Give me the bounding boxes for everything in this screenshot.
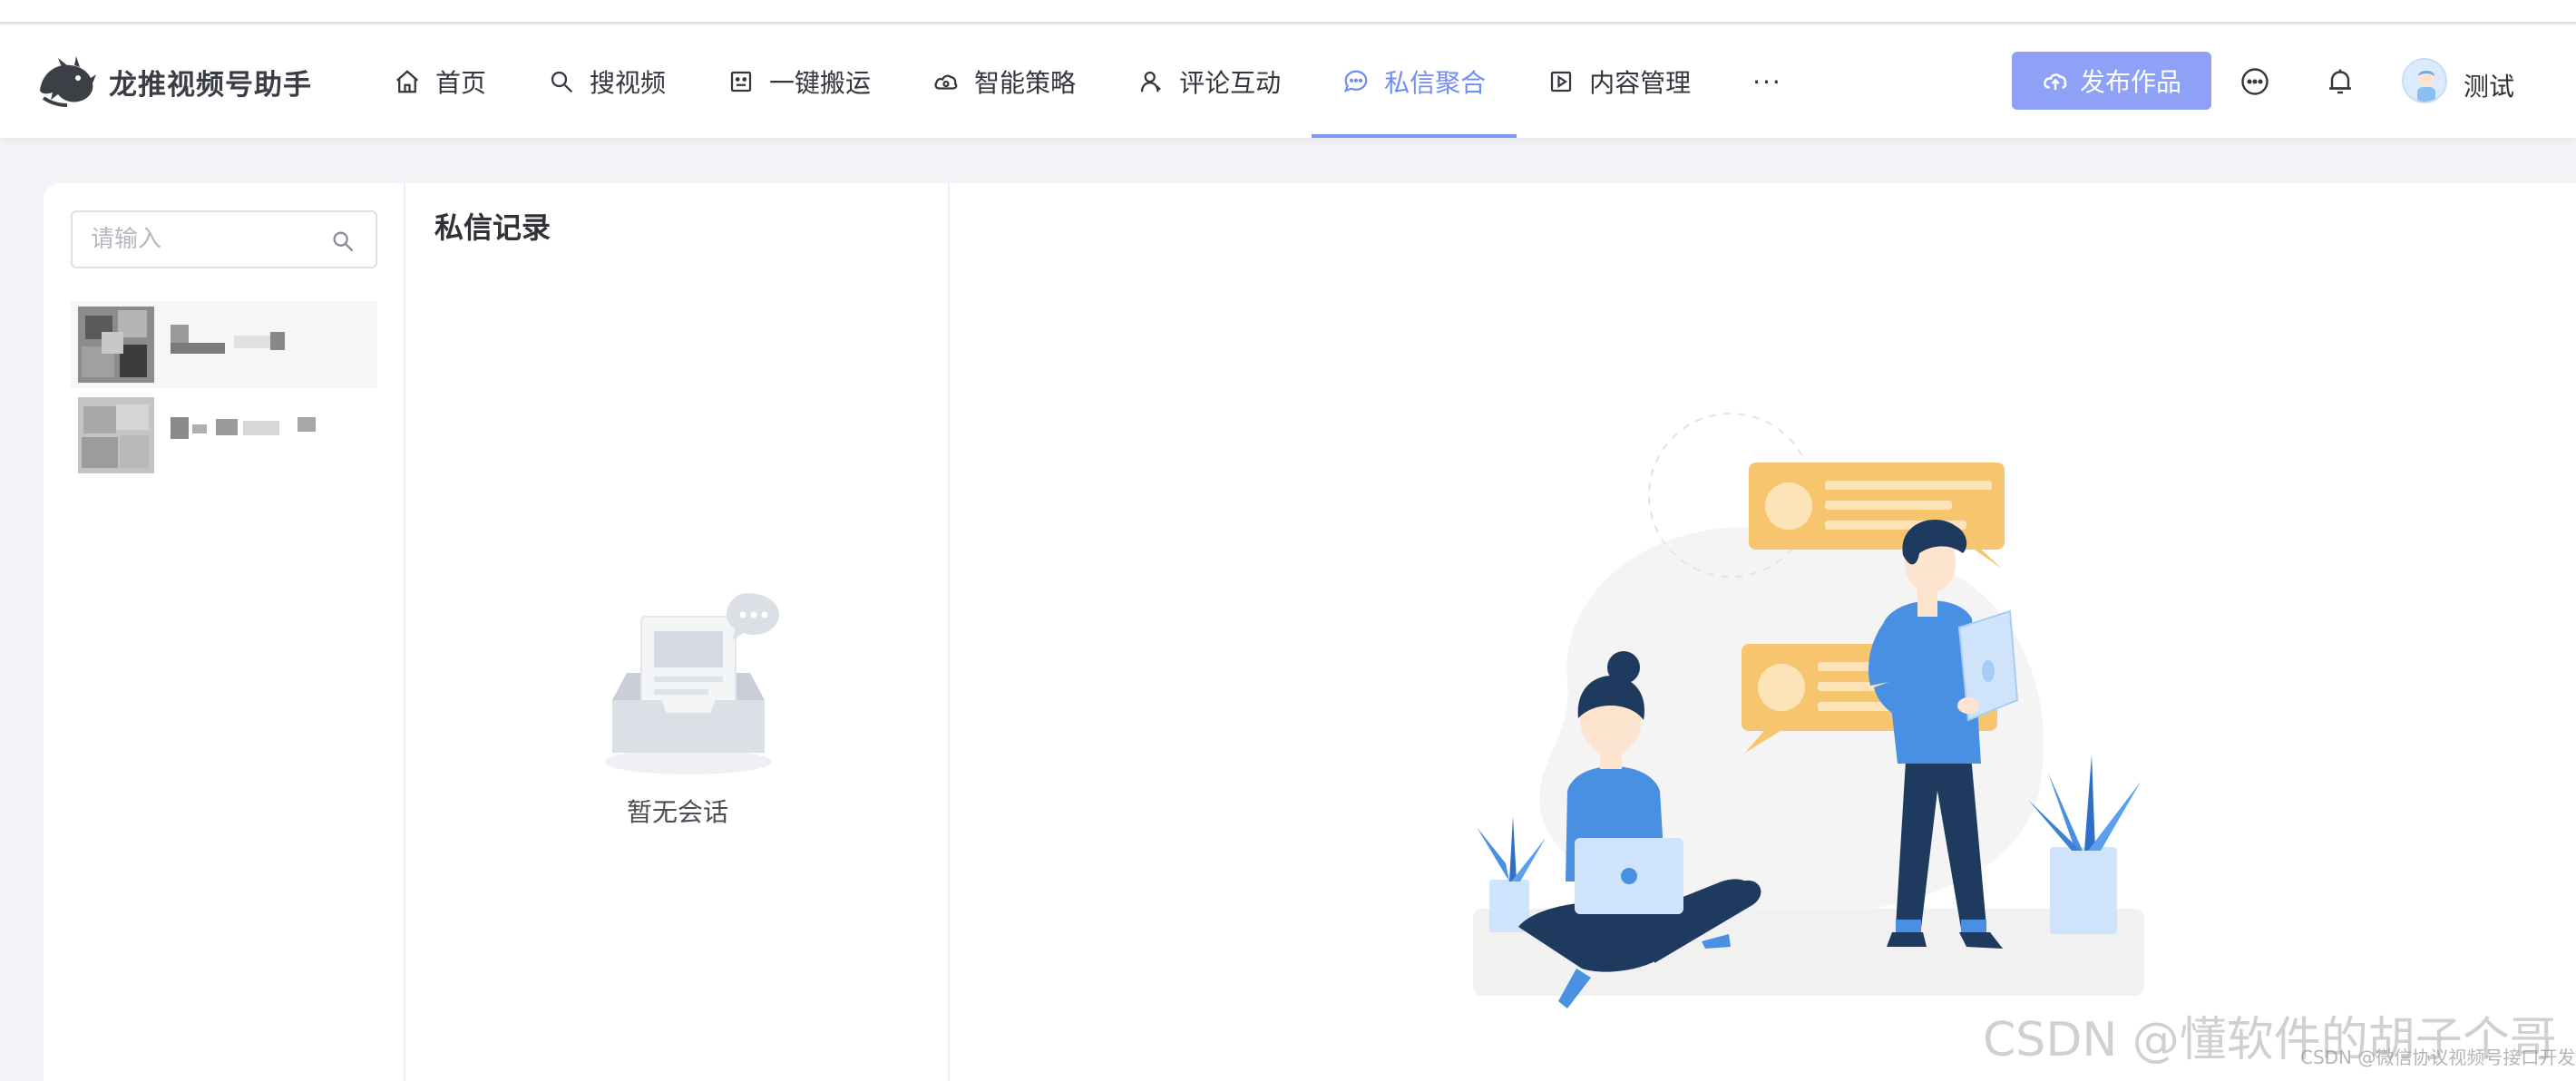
nav-item-smart-strategy[interactable]: 智能策略 (902, 25, 1107, 138)
nav-item-private-message[interactable]: 私信聚合 (1312, 25, 1517, 138)
message-icon[interactable] (2239, 65, 2271, 98)
nav-item-home[interactable]: 首页 (363, 25, 517, 138)
contact-search-box[interactable] (71, 210, 377, 268)
nav-label-home: 首页 (435, 68, 487, 98)
chat-detail-column (951, 183, 2576, 1081)
watermark-subtext: CSDN @微信协议视频号接口开发 (2300, 1047, 2576, 1068)
nav-more-button[interactable]: ··· (1722, 25, 1813, 138)
contact-list-column (44, 183, 405, 1081)
nav-item-content-management[interactable]: 内容管理 (1517, 25, 1722, 138)
contact-name-redacted (171, 317, 334, 372)
nav-more-label: ··· (1752, 66, 1782, 97)
contact-search-input[interactable] (91, 226, 317, 253)
username[interactable]: 测试 (2464, 67, 2514, 103)
conversation-column: 私信记录 暂无会话 (405, 183, 950, 1081)
user-icon (1140, 71, 1161, 93)
publish-label: 发布作品 (2079, 67, 2181, 97)
nav-item-search-video[interactable]: 搜视频 (517, 25, 697, 138)
app-logo[interactable]: 龙推视频号助手 (34, 53, 312, 111)
contact-name-redacted (171, 408, 334, 463)
cloud-icon (934, 74, 958, 90)
user-avatar[interactable] (2402, 58, 2447, 103)
contact-item[interactable] (71, 392, 377, 479)
conversation-title: 私信记录 (434, 210, 551, 245)
nav-item-comment-interaction[interactable]: 评论互动 (1107, 25, 1312, 138)
avatar-figure-icon (2417, 70, 2435, 102)
search-icon (551, 71, 573, 93)
empty-inbox-illustration (605, 593, 779, 774)
nav-item-one-click-move[interactable]: 一键搬运 (697, 25, 902, 138)
nav-label-comment-interaction: 评论互动 (1179, 68, 1282, 98)
app-title: 龙推视频号助手 (109, 68, 312, 102)
main-panel: 私信记录 暂无会话 (44, 183, 2576, 1081)
bell-icon[interactable] (2324, 65, 2356, 98)
robot-icon (730, 71, 752, 93)
top-header: 龙推视频号助手 首页 搜视频 一键搬运 智能策略 评论互动 私信聚合 内容管理 … (0, 25, 2576, 138)
chat-icon (1343, 70, 1368, 93)
nav-label-smart-strategy: 智能策略 (974, 68, 1077, 98)
contact-avatar (78, 307, 154, 383)
nav-label-content-management: 内容管理 (1589, 68, 1692, 98)
home-icon (396, 70, 418, 93)
contact-avatar (78, 397, 154, 473)
play-icon (1550, 71, 1572, 93)
publish-button[interactable]: 发布作品 (2012, 52, 2211, 110)
nav-label-search-video: 搜视频 (590, 68, 667, 98)
window-top-strip (0, 0, 2576, 24)
dragon-logo-icon (40, 56, 96, 107)
cloud-upload-icon (2044, 73, 2067, 90)
contact-item[interactable] (71, 301, 377, 388)
main-nav: 首页 搜视频 一键搬运 智能策略 评论互动 私信聚合 内容管理 ··· (363, 25, 1813, 138)
nav-label-private-message: 私信聚合 (1384, 68, 1487, 98)
empty-conversation-text: 暂无会话 (626, 797, 728, 827)
chat-people-illustration (1473, 413, 2144, 1008)
search-icon[interactable] (330, 229, 356, 254)
nav-label-one-click-move: 一键搬运 (769, 68, 872, 98)
